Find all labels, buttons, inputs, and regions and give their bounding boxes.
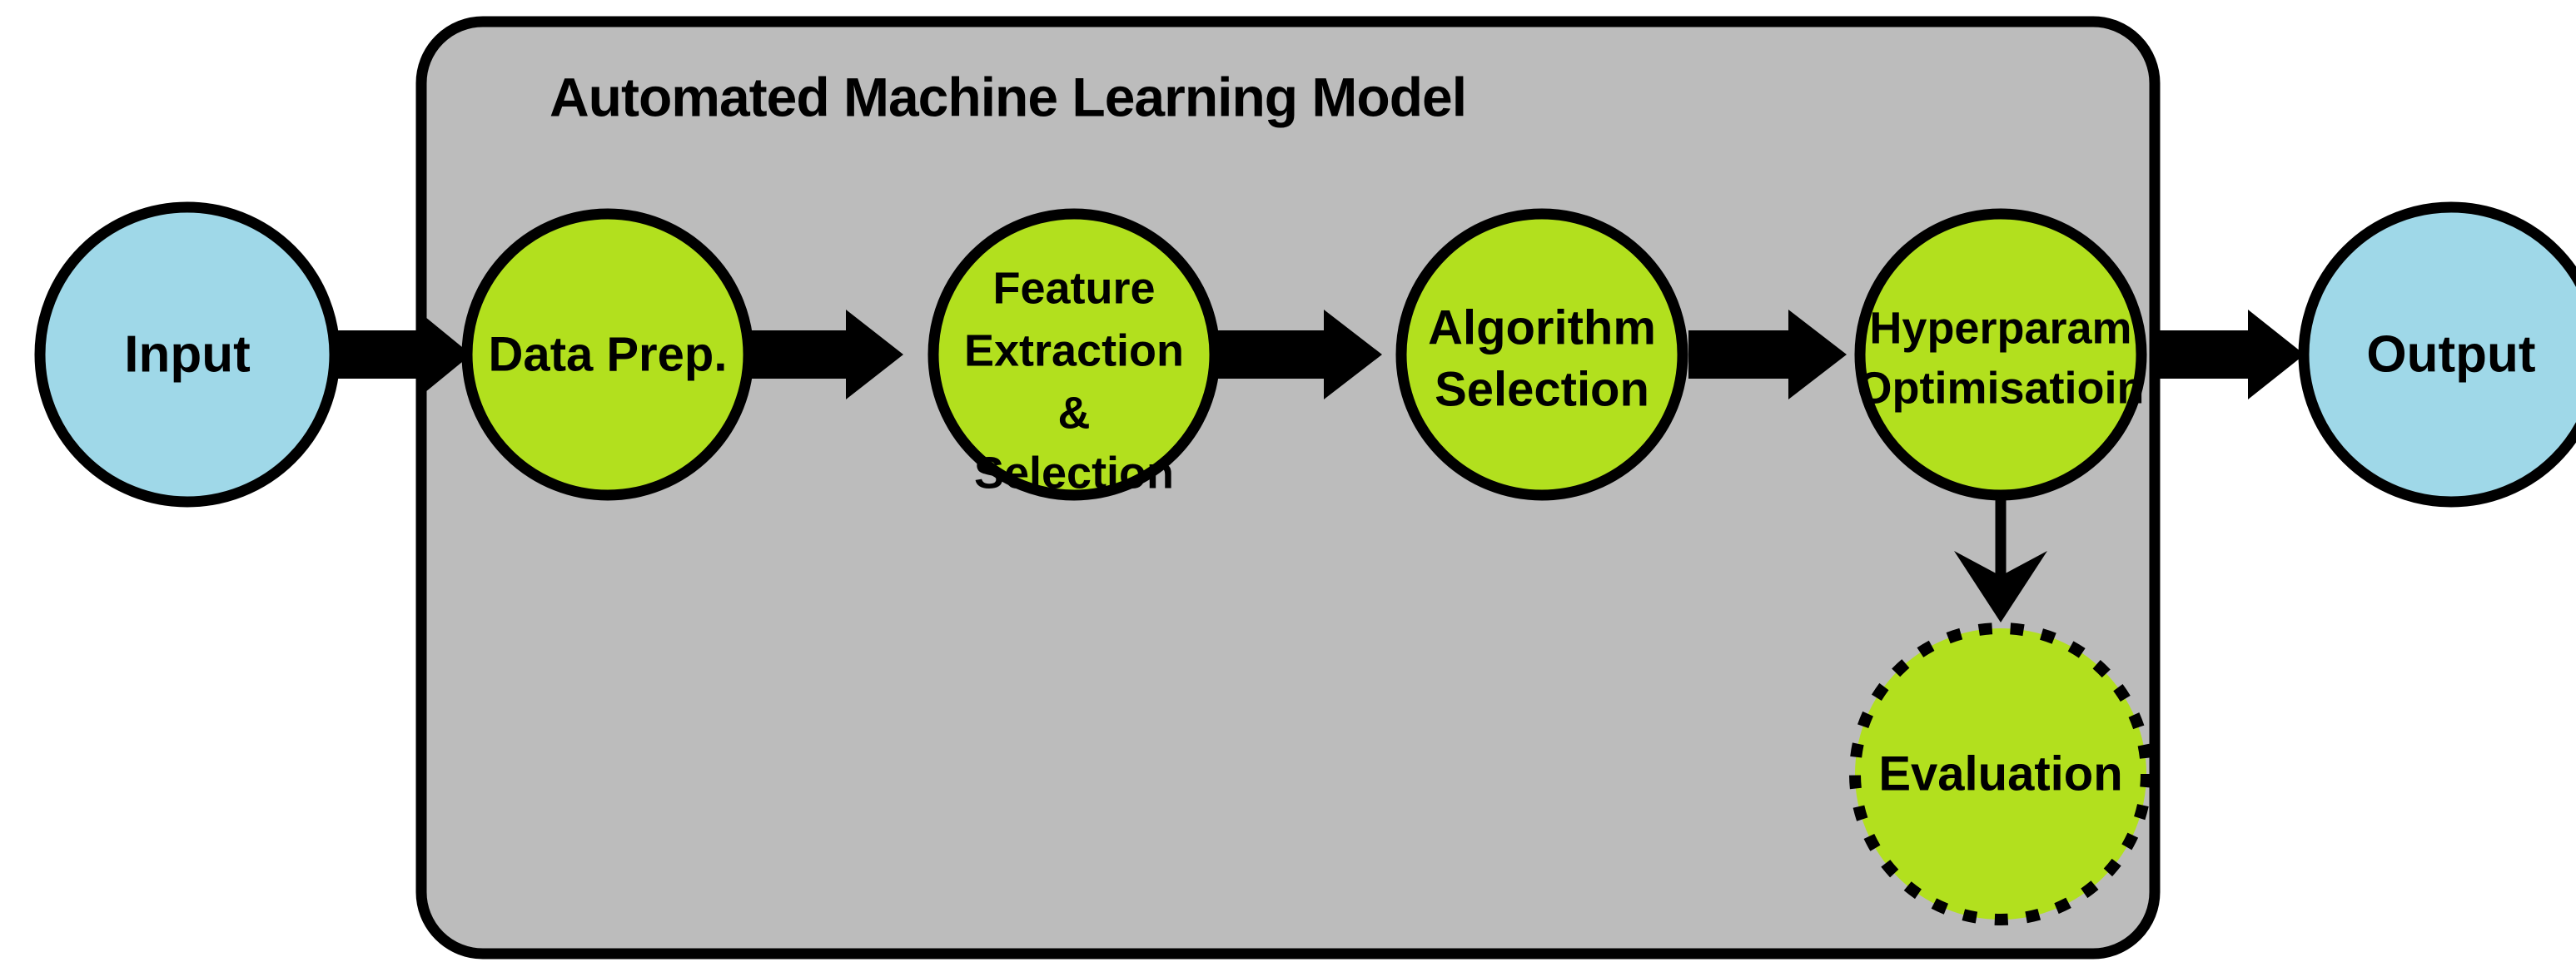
diagram-root: Automated Machine Learning Model Input D… — [0, 0, 2576, 977]
node-hyperparam-optimisation[interactable]: Hyperparam Optimisatioin — [1854, 208, 2147, 501]
node-feature-label-line4: Selection — [974, 448, 1174, 498]
node-evaluation-label: Evaluation — [1878, 746, 2122, 801]
node-feature-label-line3: & — [1058, 388, 1091, 438]
node-hyperparam-label-line2: Optimisatioin — [1857, 363, 2144, 413]
node-input-label: Input — [124, 325, 251, 383]
node-evaluation[interactable]: Evaluation — [1849, 622, 2152, 925]
automl-flowchart: Automated Machine Learning Model Input D… — [34, 16, 2576, 960]
automl-container-title: Automated Machine Learning Model — [550, 66, 1466, 127]
node-data-prep[interactable]: Data Prep. — [461, 208, 754, 501]
node-hyperparam-circle — [1854, 208, 2147, 501]
arrow-hyperparam-to-output — [2158, 310, 2305, 399]
node-output[interactable]: Output — [2298, 201, 2576, 508]
node-algorithm-label-line1: Algorithm — [1428, 300, 1656, 355]
node-feature-label-line1: Feature — [992, 263, 1155, 313]
node-feature-extraction-selection[interactable]: Feature Extraction & Selection — [927, 208, 1221, 501]
node-algorithm-label-line2: Selection — [1435, 362, 1649, 416]
node-hyperparam-label-line1: Hyperparam — [1869, 303, 2131, 353]
node-algorithm-selection[interactable]: Algorithm Selection — [1395, 208, 1688, 501]
node-output-label: Output — [2366, 325, 2535, 383]
node-data-prep-label: Data Prep. — [489, 327, 728, 381]
node-feature-label-line2: Extraction — [964, 325, 1184, 375]
node-input[interactable]: Input — [34, 201, 341, 508]
